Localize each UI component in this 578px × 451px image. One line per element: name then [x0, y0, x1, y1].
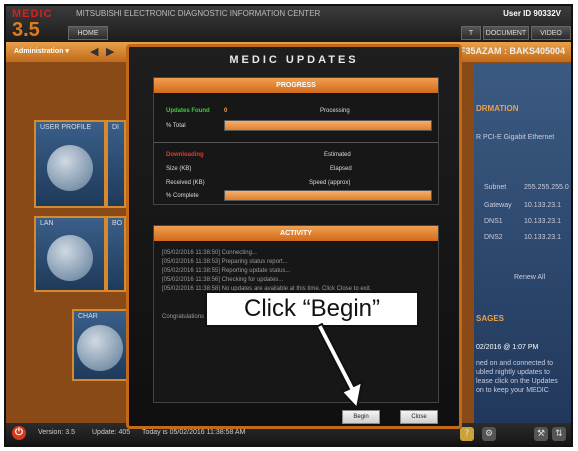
pointer-arrow-icon	[313, 323, 363, 409]
screenshot-frame: MEDIC 3.5 MITSUBISHI ELECTRONIC DIAGNOST…	[4, 4, 573, 447]
